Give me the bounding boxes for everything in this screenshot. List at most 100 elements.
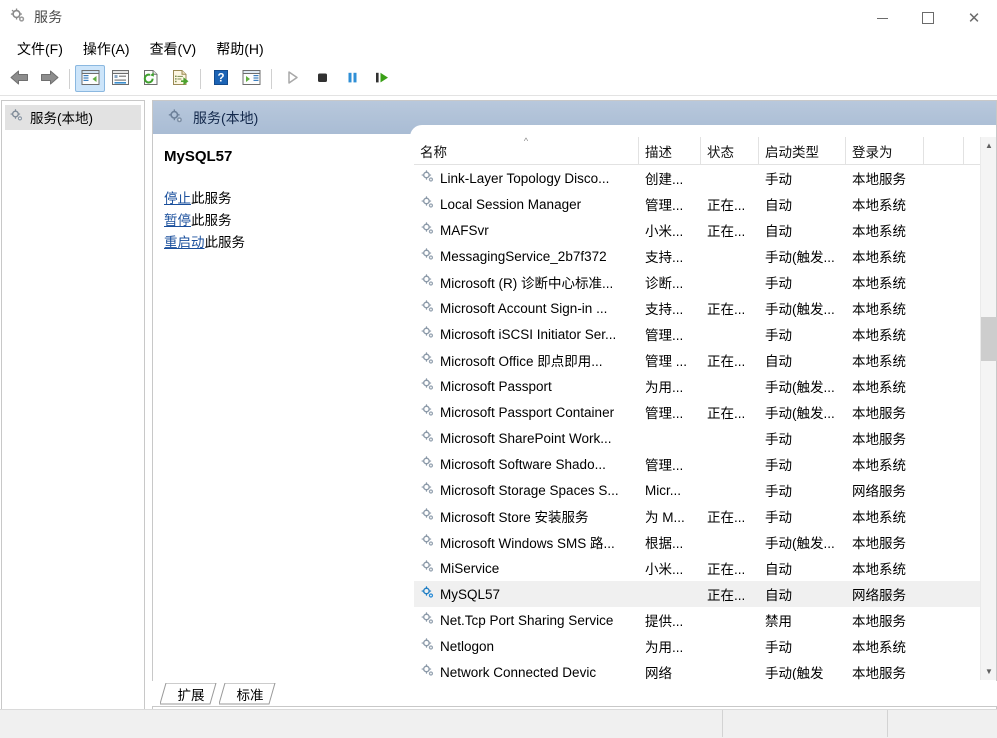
restart-service-link[interactable]: 重启动	[164, 235, 205, 250]
cell-startup-type: 手动(触发	[765, 666, 824, 680]
export-list-button[interactable]	[165, 65, 195, 92]
back-button[interactable]	[4, 65, 34, 92]
show-hide-console-tree-button[interactable]	[75, 65, 105, 92]
cell-description: 根据...	[645, 536, 684, 551]
table-row[interactable]: Link-Layer Topology Disco... 创建... 手动 本地服务	[414, 165, 980, 191]
service-name-text: Microsoft SharePoint Work...	[440, 430, 612, 446]
toolbar-divider	[0, 95, 997, 96]
cell-name: Microsoft Store 安装服务	[414, 506, 639, 526]
status-bar-segment-1	[0, 710, 723, 737]
cell-log-on-as: 本地系统	[852, 198, 906, 213]
column-description[interactable]: 描述	[639, 137, 701, 165]
cell-startup-type: 手动(触发...	[765, 380, 835, 395]
service-name-text: MiService	[440, 560, 500, 576]
menu-file[interactable]: 文件(F)	[7, 36, 73, 62]
service-name-text: Net.Tcp Port Sharing Service	[440, 612, 614, 628]
help-button[interactable]: ?	[206, 65, 236, 92]
scrollbar-thumb[interactable]	[981, 317, 997, 361]
table-row[interactable]: MessagingService_2b7f372 支持... 手动(触发... 本地系…	[414, 243, 980, 269]
cell-startup-type: 禁用	[765, 614, 792, 629]
pause-service-link[interactable]: 暂停	[164, 213, 191, 228]
cell-status: 正在...	[707, 588, 746, 603]
tab-extended[interactable]: 扩展	[160, 683, 222, 705]
pause-service-button[interactable]	[337, 65, 367, 92]
selected-service-title: MySQL57	[164, 148, 233, 165]
cell-log-on-as: 本地服务	[852, 432, 906, 447]
scroll-up-icon[interactable]: ▲	[981, 137, 997, 154]
tree-node-services-local[interactable]: 服务(本地)	[5, 105, 141, 130]
cell-name: MessagingService_2b7f372	[414, 247, 639, 265]
service-gear-icon	[420, 273, 435, 291]
table-row[interactable]: Net.Tcp Port Sharing Service 提供... 禁用 本地服务	[414, 607, 980, 633]
minimize-button[interactable]	[859, 0, 905, 36]
table-row[interactable]: Local Session Manager 管理... 正在... 自动 本地系统	[414, 191, 980, 217]
table-row[interactable]: Microsoft Storage Spaces S... Micr... 手动 网络…	[414, 477, 980, 503]
cell-description: 管理 ...	[645, 354, 688, 369]
service-gear-icon	[420, 195, 435, 213]
service-gear-icon	[420, 299, 435, 317]
view-tabs: 扩展 标准	[152, 681, 997, 707]
title-bar-left: 服务	[9, 7, 62, 27]
svg-text:?: ?	[217, 72, 224, 84]
cell-name: Microsoft iSCSI Initiator Ser...	[414, 325, 639, 343]
scroll-down-icon[interactable]: ▼	[981, 663, 997, 680]
forward-arrow-icon	[39, 69, 60, 89]
restart-service-button[interactable]	[367, 65, 397, 92]
table-row[interactable]: Microsoft (R) 诊断中心标准... 诊断... 手动 本地系统	[414, 269, 980, 295]
table-row[interactable]: Microsoft Windows SMS 路... 根据... 手动(触发... 本…	[414, 529, 980, 555]
column-startup-type[interactable]: 启动类型	[759, 137, 846, 165]
table-row[interactable]: MiService 小米... 正在... 自动 本地系统	[414, 555, 980, 581]
table-row[interactable]: Microsoft Passport 为用... 手动(触发... 本地系统	[414, 373, 980, 399]
cell-log-on-as: 网络服务	[852, 588, 906, 603]
cell-startup-type: 自动	[765, 588, 792, 603]
show-action-pane-button[interactable]	[236, 65, 266, 92]
services-list: 名称 ^ 描述 状态 启动类型 登录为 Link-Layer Topology Disco…	[414, 137, 980, 680]
column-log-on-as[interactable]: 登录为	[846, 137, 924, 165]
menu-action[interactable]: 操作(A)	[73, 36, 140, 62]
properties-button[interactable]	[105, 65, 135, 92]
table-row[interactable]: Microsoft Software Shado... 管理... 手动 本地系统	[414, 451, 980, 477]
tab-standard[interactable]: 标准	[219, 683, 281, 705]
cell-status: 正在...	[707, 406, 746, 421]
cell-startup-type: 手动	[765, 510, 792, 525]
column-filler[interactable]	[924, 137, 964, 165]
refresh-button[interactable]	[135, 65, 165, 92]
service-name-text: Microsoft Passport Container	[440, 404, 615, 420]
cell-startup-type: 手动	[765, 484, 792, 499]
scrollbar-track[interactable]	[981, 154, 997, 663]
toolbar-separator-2	[200, 68, 201, 89]
status-bar-segment-2	[723, 710, 888, 737]
stop-service-link[interactable]: 停止	[164, 191, 191, 206]
menu-help[interactable]: 帮助(H)	[206, 36, 273, 62]
forward-button[interactable]	[34, 65, 64, 92]
start-service-button[interactable]	[277, 65, 307, 92]
close-button[interactable]: ✕	[951, 0, 997, 36]
column-name[interactable]: 名称 ^	[414, 137, 639, 165]
table-row[interactable]: Microsoft Store 安装服务 为 M... 正在... 手动 本地系统	[414, 503, 980, 529]
table-row[interactable]: Microsoft Passport Container 管理... 正在... 手动…	[414, 399, 980, 425]
table-row[interactable]: Network Connected Devic 网络 手动(触发 本地服务	[414, 659, 980, 680]
table-row[interactable]: MySQL57 正在... 自动 网络服务	[414, 581, 980, 607]
cell-startup-type: 手动(触发...	[765, 250, 835, 265]
table-row[interactable]: Microsoft iSCSI Initiator Ser... 管理... 手动 本…	[414, 321, 980, 347]
stop-service-button[interactable]	[307, 65, 337, 92]
column-status[interactable]: 状态	[701, 137, 759, 165]
menu-view[interactable]: 查看(V)	[140, 36, 207, 62]
cell-startup-type: 手动(触发...	[765, 406, 835, 421]
cell-startup-type: 自动	[765, 354, 792, 369]
service-name-text: Link-Layer Topology Disco...	[440, 170, 610, 186]
console-header-title: 服务(本地)	[193, 109, 259, 126]
cell-name: MiService	[414, 559, 639, 577]
cell-description: 管理...	[645, 406, 684, 421]
cell-log-on-as: 本地服务	[852, 536, 906, 551]
table-row[interactable]: Microsoft Office 即点即用... 管理 ... 正在... 自动 本地系…	[414, 347, 980, 373]
cell-name: Netlogon	[414, 637, 639, 655]
service-gear-icon	[420, 351, 435, 369]
services-window: 服务 ✕ 文件(F) 操作(A) 查看(V) 帮助(H) ? 服务(本地) 服务…	[0, 0, 997, 738]
table-row[interactable]: Microsoft SharePoint Work... 手动 本地服务	[414, 425, 980, 451]
table-row[interactable]: Microsoft Account Sign-in ... 支持... 正在... 手…	[414, 295, 980, 321]
list-vertical-scrollbar[interactable]: ▲ ▼	[980, 137, 997, 680]
table-row[interactable]: Netlogon 为用... 手动 本地系统	[414, 633, 980, 659]
table-row[interactable]: MAFSvr 小米... 正在... 自动 本地系统	[414, 217, 980, 243]
maximize-button[interactable]	[905, 0, 951, 36]
